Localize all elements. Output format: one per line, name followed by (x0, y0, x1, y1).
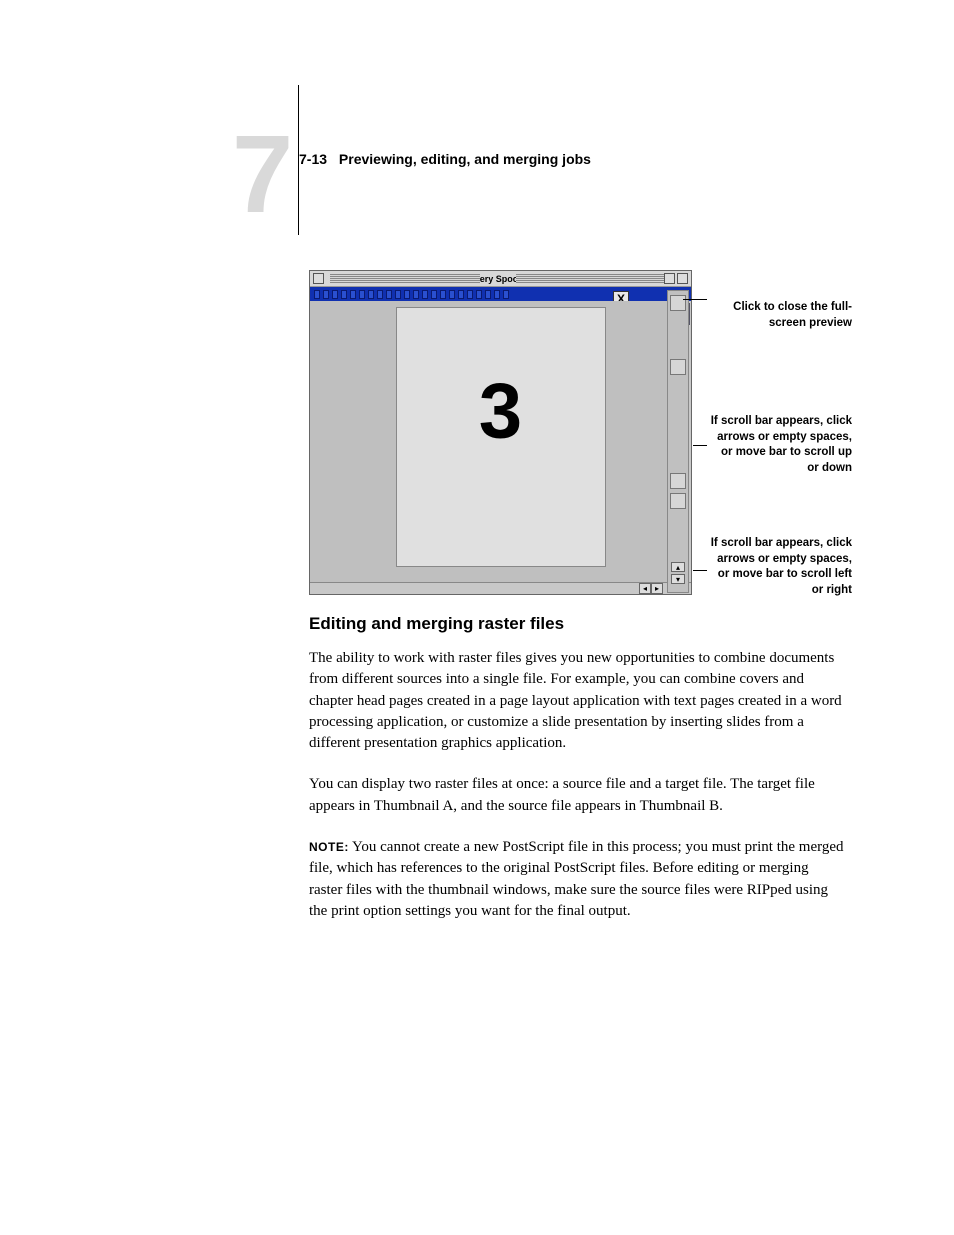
tool-icon[interactable] (670, 295, 686, 311)
page-header: 7-13 Previewing, editing, and merging jo… (299, 151, 591, 167)
callout-leader (693, 570, 707, 571)
callout-leader (693, 445, 707, 446)
body-paragraph: You can display two raster files at once… (309, 774, 844, 817)
toolbar-slot[interactable] (467, 290, 473, 299)
scroll-left-arrow-icon[interactable]: ◂ (639, 583, 651, 594)
toolbar (310, 287, 691, 301)
page-number: 7-13 (299, 151, 327, 167)
toolbar-slot[interactable] (323, 290, 329, 299)
tool-icon[interactable] (670, 359, 686, 375)
note-label: NOTE: (309, 840, 349, 854)
toolbar-slot[interactable] (395, 290, 401, 299)
figure-fiery-spooler: Fiery Spooler (309, 270, 869, 600)
callout-vscroll: If scroll bar appears, click arrows or e… (707, 414, 852, 476)
toolbar-slot[interactable] (458, 290, 464, 299)
side-tool-panel: ▴ ▾ (667, 290, 689, 593)
window-collapse-box[interactable] (677, 273, 688, 284)
tool-icon[interactable] (670, 493, 686, 509)
running-head: Previewing, editing, and merging jobs (339, 151, 591, 167)
toolbar-slot[interactable] (377, 290, 383, 299)
zoom-in-icon[interactable]: ▴ (671, 562, 685, 572)
toolbar-slot[interactable] (386, 290, 392, 299)
callout-close: Click to close the full-screen preview (707, 300, 852, 331)
window-zoom-box[interactable] (664, 273, 675, 284)
zoom-controls: ▴ ▾ (671, 562, 685, 586)
horizontal-scrollbar[interactable]: ◂ ▸ (310, 582, 691, 594)
zoom-out-icon[interactable]: ▾ (671, 574, 685, 584)
toolbar-slot[interactable] (476, 290, 482, 299)
note-text: You cannot create a new PostScript file … (309, 839, 844, 919)
callout-hscroll: If scroll bar appears, click arrows or e… (707, 536, 852, 598)
toolbar-slot[interactable] (314, 290, 320, 299)
window-close-box[interactable] (313, 273, 324, 284)
body-paragraph: The ability to work with raster files gi… (309, 648, 844, 754)
toolbar-slot[interactable] (359, 290, 365, 299)
preview-page: 3 (396, 307, 606, 567)
section-heading: Editing and merging raster files (309, 614, 844, 634)
titlebar-texture (330, 274, 480, 283)
preview-page-number: 3 (479, 366, 522, 457)
toolbar-slot[interactable] (494, 290, 500, 299)
scroll-right-arrow-icon[interactable]: ▸ (651, 583, 663, 594)
titlebar-texture (516, 274, 666, 283)
toolbar-slot[interactable] (431, 290, 437, 299)
toolbar-slot[interactable] (350, 290, 356, 299)
toolbar-slot[interactable] (422, 290, 428, 299)
toolbar-slot[interactable] (404, 290, 410, 299)
toolbar-slot[interactable] (368, 290, 374, 299)
toolbar-slot[interactable] (503, 290, 509, 299)
toolbar-slot[interactable] (332, 290, 338, 299)
toolbar-slot[interactable] (449, 290, 455, 299)
preview-area: 3 (310, 301, 691, 582)
chapter-number-large: 7 (232, 120, 289, 230)
toolbar-slot[interactable] (485, 290, 491, 299)
toolbar-slot[interactable] (341, 290, 347, 299)
toolbar-slot[interactable] (440, 290, 446, 299)
window-titlebar[interactable]: Fiery Spooler (310, 271, 691, 287)
tool-icon[interactable] (670, 473, 686, 489)
callout-leader (683, 299, 707, 300)
body-content: Editing and merging raster files The abi… (309, 614, 844, 942)
app-window: Fiery Spooler (309, 270, 692, 595)
toolbar-slot[interactable] (413, 290, 419, 299)
note-paragraph: NOTE: You cannot create a new PostScript… (309, 837, 844, 922)
